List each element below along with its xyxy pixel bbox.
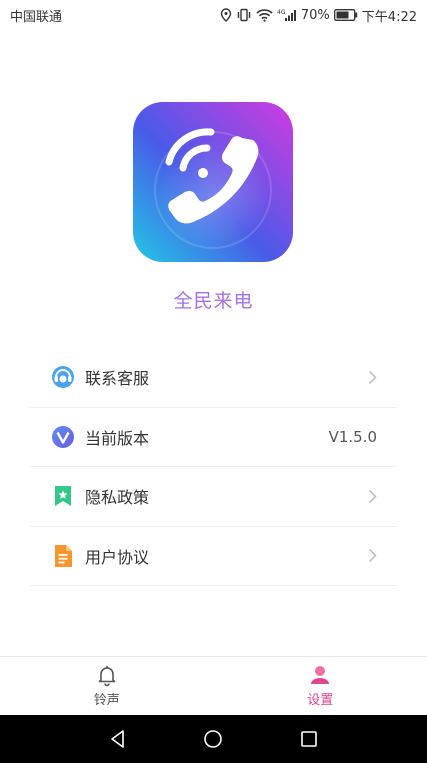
wifi-icon	[256, 8, 273, 22]
clock-time: 下午4:22	[361, 9, 417, 25]
privacy-bookmark-icon	[50, 483, 76, 509]
document-icon	[50, 543, 76, 569]
bell-icon	[95, 663, 119, 687]
user-settings-icon	[308, 663, 332, 687]
menu-item-customer-service[interactable]: 联系客服	[30, 348, 397, 408]
menu-item-user-agreement[interactable]: 用户协议	[30, 527, 397, 586]
menu-item-version[interactable]: 当前版本 V1.5.0	[30, 408, 397, 467]
battery-percent: 70%	[300, 7, 330, 23]
app-logo	[133, 102, 293, 262]
customer-service-icon	[50, 364, 76, 390]
settings-menu: 联系客服 当前版本 V1.5.0 隐私政策 用户协议	[30, 348, 397, 586]
location-icon	[220, 8, 232, 22]
back-triangle-icon[interactable]	[108, 729, 128, 749]
phone-call-logo-icon	[133, 102, 293, 262]
app-name: 全民来电	[173, 290, 254, 312]
chevron-right-icon	[368, 370, 377, 385]
vibrate-icon	[236, 8, 252, 22]
battery-icon	[333, 9, 358, 21]
menu-label: 当前版本	[85, 428, 150, 448]
home-circle-icon[interactable]	[203, 729, 223, 749]
tab-settings[interactable]: 设置	[214, 657, 427, 715]
system-navigation-bar	[0, 715, 427, 763]
tab-label: 铃声	[93, 693, 120, 708]
version-icon	[50, 424, 76, 450]
menu-label: 隐私政策	[85, 488, 150, 508]
chevron-right-icon	[368, 548, 377, 563]
recents-square-icon[interactable]	[299, 729, 319, 749]
carrier-name: 中国联通	[10, 9, 63, 25]
status-bar: 中国联通 4G 70% 下午4:22	[0, 0, 427, 30]
svg-text:4G: 4G	[277, 9, 286, 16]
chevron-right-icon	[368, 489, 377, 504]
version-value: V1.5.0	[328, 427, 377, 446]
tab-ringtone[interactable]: 铃声	[0, 657, 214, 715]
menu-label: 联系客服	[85, 369, 150, 389]
cellular-signal-icon: 4G	[277, 8, 297, 22]
menu-label: 用户协议	[85, 547, 150, 567]
menu-item-privacy-policy[interactable]: 隐私政策	[30, 467, 397, 527]
bottom-tab-bar: 铃声 设置	[0, 656, 427, 715]
tab-label: 设置	[307, 693, 334, 708]
